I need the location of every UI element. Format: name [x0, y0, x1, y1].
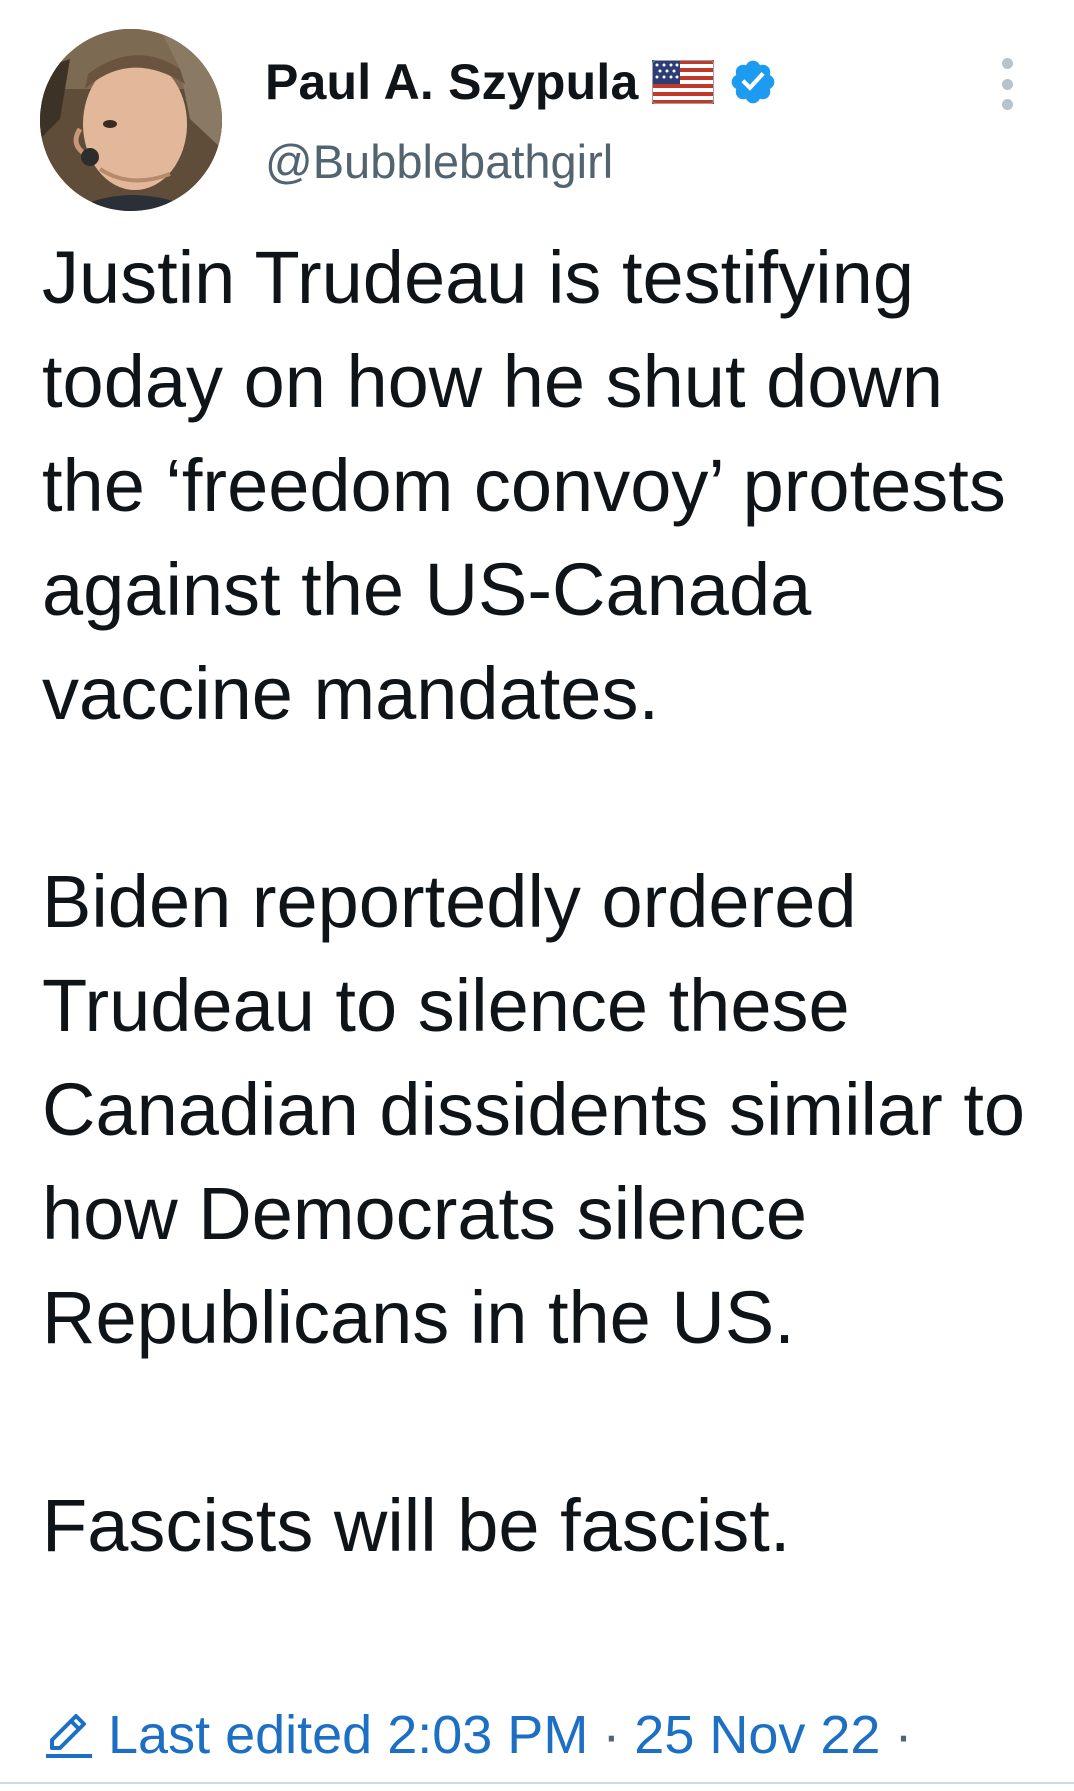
meta-separator: · [602, 1705, 621, 1765]
avatar[interactable] [40, 29, 222, 211]
more-dot [1001, 58, 1013, 69]
profile-photo [40, 29, 222, 211]
more-dot [1001, 78, 1013, 90]
tweet-text: Justin Trudeau is testifying today on ho… [42, 236, 1026, 1567]
verified-badge-icon [732, 60, 775, 104]
us-flag-icon [652, 60, 715, 104]
more-dot [1001, 99, 1013, 110]
author-name-row: Paul A. Szypula [265, 50, 778, 114]
pencil-icon [46, 1714, 92, 1758]
tweet-card: Paul A. Szypula @Bubblebathgirl Justin T… [0, 0, 1074, 1791]
more-options-button[interactable] [994, 58, 1020, 110]
last-edited-link[interactable]: Last edited 2:03 PM [108, 1704, 588, 1766]
divider [0, 1782, 1074, 1784]
tweet-date-link[interactable]: 25 Nov 22 [634, 1704, 880, 1766]
author-handle[interactable]: @Bubblebathgirl [265, 134, 613, 189]
author-display-name[interactable]: Paul A. Szypula [265, 53, 638, 111]
meta-trailing-separator: · [894, 1705, 913, 1765]
tweet-meta: Last edited 2:03 PM · 25 Nov 22 · [42, 1700, 926, 1770]
